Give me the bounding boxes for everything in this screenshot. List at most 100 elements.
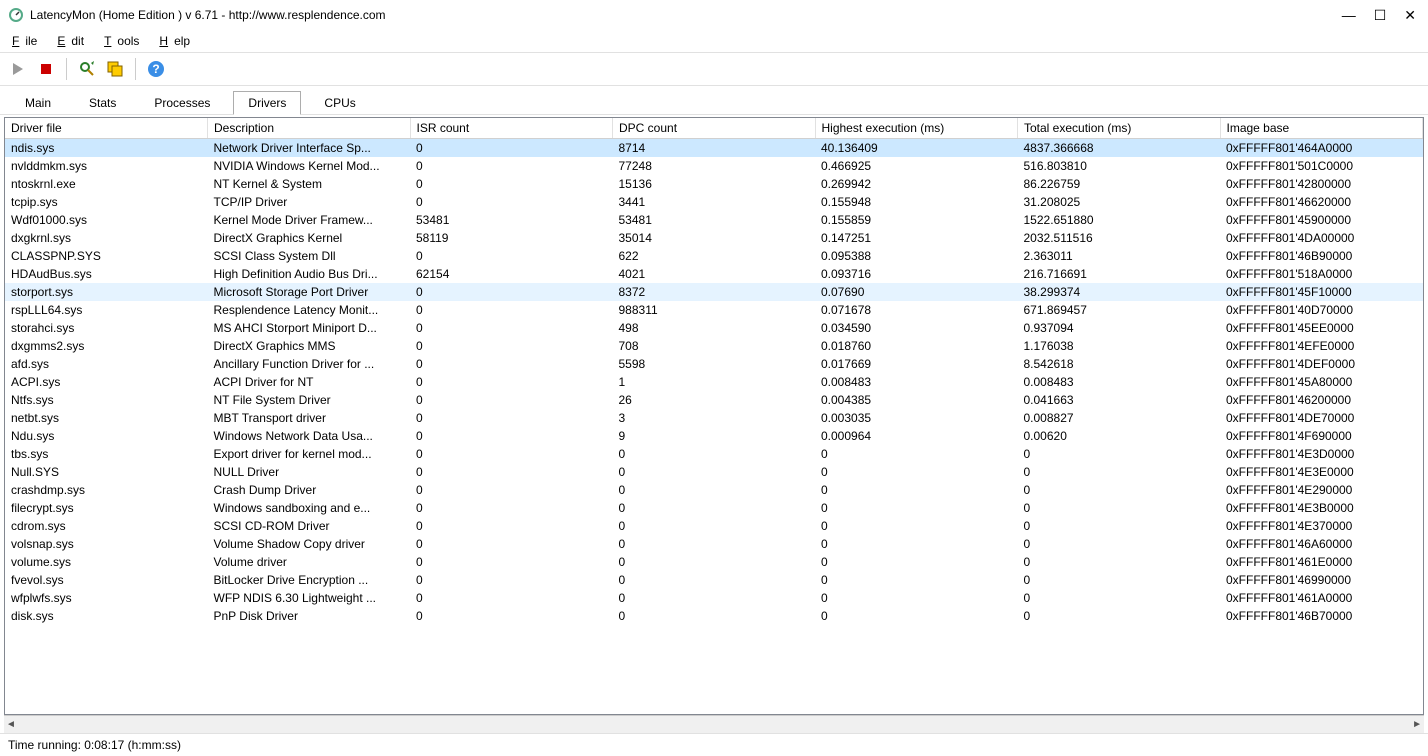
table-row[interactable]: afd.sysAncillary Function Driver for ...…: [5, 355, 1423, 373]
table-row[interactable]: fvevol.sysBitLocker Drive Encryption ...…: [5, 571, 1423, 589]
cell-hi: 0: [815, 463, 1018, 481]
cell-desc: BitLocker Drive Encryption ...: [208, 571, 411, 589]
menu-edit[interactable]: Edit: [51, 32, 96, 50]
cell-dpc: 0: [613, 481, 816, 499]
table-row[interactable]: disk.sysPnP Disk Driver00000xFFFFF801'46…: [5, 607, 1423, 625]
table-row[interactable]: storahci.sysMS AHCI Storport Miniport D.…: [5, 319, 1423, 337]
cell-isr: 58119: [410, 229, 613, 247]
cell-hi: 0.034590: [815, 319, 1018, 337]
cell-dpc: 0: [613, 607, 816, 625]
table-row[interactable]: ntoskrnl.exeNT Kernel & System0151360.26…: [5, 175, 1423, 193]
tab-cpus[interactable]: CPUs: [309, 91, 370, 115]
horizontal-scrollbar[interactable]: ◄ ►: [4, 715, 1424, 733]
menu-file[interactable]: File: [6, 32, 49, 50]
cell-file: fvevol.sys: [5, 571, 208, 589]
cell-file: ntoskrnl.exe: [5, 175, 208, 193]
table-row[interactable]: dxgkrnl.sysDirectX Graphics Kernel581193…: [5, 229, 1423, 247]
table-row[interactable]: volsnap.sysVolume Shadow Copy driver0000…: [5, 535, 1423, 553]
cell-isr: 0: [410, 139, 613, 158]
table-row[interactable]: cdrom.sysSCSI CD-ROM Driver00000xFFFFF80…: [5, 517, 1423, 535]
table-row[interactable]: tbs.sysExport driver for kernel mod...00…: [5, 445, 1423, 463]
menu-tools[interactable]: Tools: [98, 32, 151, 50]
maximize-button[interactable]: ☐: [1374, 7, 1387, 24]
cell-desc: SCSI CD-ROM Driver: [208, 517, 411, 535]
col-driver-file[interactable]: Driver file: [5, 118, 208, 139]
cell-tot: 0: [1018, 571, 1221, 589]
cell-file: volsnap.sys: [5, 535, 208, 553]
col-total-exec[interactable]: Total execution (ms): [1018, 118, 1221, 139]
help-button[interactable]: ?: [144, 57, 168, 81]
play-button[interactable]: [6, 57, 30, 81]
cell-hi: 0.269942: [815, 175, 1018, 193]
table-row[interactable]: rspLLL64.sysResplendence Latency Monit..…: [5, 301, 1423, 319]
table-row[interactable]: Null.SYSNULL Driver00000xFFFFF801'4E3E00…: [5, 463, 1423, 481]
cell-file: netbt.sys: [5, 409, 208, 427]
col-highest-exec[interactable]: Highest execution (ms): [815, 118, 1018, 139]
tab-main[interactable]: Main: [10, 91, 66, 115]
cell-file: dxgmms2.sys: [5, 337, 208, 355]
table-row[interactable]: Ntfs.sysNT File System Driver0260.004385…: [5, 391, 1423, 409]
table-row[interactable]: CLASSPNP.SYSSCSI Class System Dll06220.0…: [5, 247, 1423, 265]
refresh-button[interactable]: [75, 57, 99, 81]
table-row[interactable]: dxgmms2.sysDirectX Graphics MMS07080.018…: [5, 337, 1423, 355]
col-image-base[interactable]: Image base: [1220, 118, 1423, 139]
cell-hi: 0.000964: [815, 427, 1018, 445]
table-row[interactable]: ACPI.sysACPI Driver for NT010.0084830.00…: [5, 373, 1423, 391]
help-icon: ?: [147, 60, 165, 78]
tab-stats[interactable]: Stats: [74, 91, 131, 115]
cell-tot: 1.176038: [1018, 337, 1221, 355]
table-row[interactable]: nvlddmkm.sysNVIDIA Windows Kernel Mod...…: [5, 157, 1423, 175]
cell-tot: 4837.366668: [1018, 139, 1221, 158]
cell-hi: 0.071678: [815, 301, 1018, 319]
close-button[interactable]: ✕: [1404, 7, 1416, 24]
table-row[interactable]: volume.sysVolume driver00000xFFFFF801'46…: [5, 553, 1423, 571]
cell-dpc: 8714: [613, 139, 816, 158]
scroll-right-icon[interactable]: ►: [1412, 719, 1422, 730]
col-dpc-count[interactable]: DPC count: [613, 118, 816, 139]
cell-dpc: 0: [613, 589, 816, 607]
stop-button[interactable]: [34, 57, 58, 81]
tab-drivers[interactable]: Drivers: [233, 91, 301, 115]
menu-help[interactable]: Help: [153, 32, 202, 50]
cell-file: rspLLL64.sys: [5, 301, 208, 319]
table-row[interactable]: wfplwfs.sysWFP NDIS 6.30 Lightweight ...…: [5, 589, 1423, 607]
cell-base: 0xFFFFF801'46B90000: [1220, 247, 1423, 265]
stop-icon: [41, 64, 51, 74]
cell-desc: MBT Transport driver: [208, 409, 411, 427]
cell-file: storport.sys: [5, 283, 208, 301]
cell-isr: 0: [410, 247, 613, 265]
table-row[interactable]: Wdf01000.sysKernel Mode Driver Framew...…: [5, 211, 1423, 229]
cell-tot: 0.008483: [1018, 373, 1221, 391]
table-row[interactable]: Ndu.sysWindows Network Data Usa...090.00…: [5, 427, 1423, 445]
cell-isr: 0: [410, 301, 613, 319]
titlebar[interactable]: LatencyMon (Home Edition ) v 6.71 - http…: [0, 0, 1428, 30]
table-scroll[interactable]: Driver file Description ISR count DPC co…: [5, 118, 1423, 714]
cell-hi: 0: [815, 607, 1018, 625]
cell-hi: 0: [815, 499, 1018, 517]
statusbar: Time running: 0:08:17 (h:mm:ss): [0, 733, 1428, 756]
app-icon: [8, 7, 24, 23]
cell-base: 0xFFFFF801'46B70000: [1220, 607, 1423, 625]
copy-button[interactable]: [103, 57, 127, 81]
cell-hi: 0.147251: [815, 229, 1018, 247]
cell-hi: 0.003035: [815, 409, 1018, 427]
col-isr-count[interactable]: ISR count: [410, 118, 613, 139]
table-row[interactable]: tcpip.sysTCP/IP Driver034410.15594831.20…: [5, 193, 1423, 211]
table-row[interactable]: storport.sysMicrosoft Storage Port Drive…: [5, 283, 1423, 301]
cell-dpc: 988311: [613, 301, 816, 319]
table-row[interactable]: ndis.sysNetwork Driver Interface Sp...08…: [5, 139, 1423, 158]
minimize-button[interactable]: —: [1342, 7, 1356, 24]
tab-processes[interactable]: Processes: [139, 91, 225, 115]
cell-dpc: 0: [613, 463, 816, 481]
magnifier-icon: [78, 60, 96, 78]
table-row[interactable]: netbt.sysMBT Transport driver030.0030350…: [5, 409, 1423, 427]
scroll-left-icon[interactable]: ◄: [6, 719, 16, 730]
cell-isr: 0: [410, 319, 613, 337]
cell-file: dxgkrnl.sys: [5, 229, 208, 247]
col-description[interactable]: Description: [208, 118, 411, 139]
table-row[interactable]: HDAudBus.sysHigh Definition Audio Bus Dr…: [5, 265, 1423, 283]
table-row[interactable]: crashdmp.sysCrash Dump Driver00000xFFFFF…: [5, 481, 1423, 499]
cell-dpc: 0: [613, 499, 816, 517]
cell-desc: WFP NDIS 6.30 Lightweight ...: [208, 589, 411, 607]
table-row[interactable]: filecrypt.sysWindows sandboxing and e...…: [5, 499, 1423, 517]
